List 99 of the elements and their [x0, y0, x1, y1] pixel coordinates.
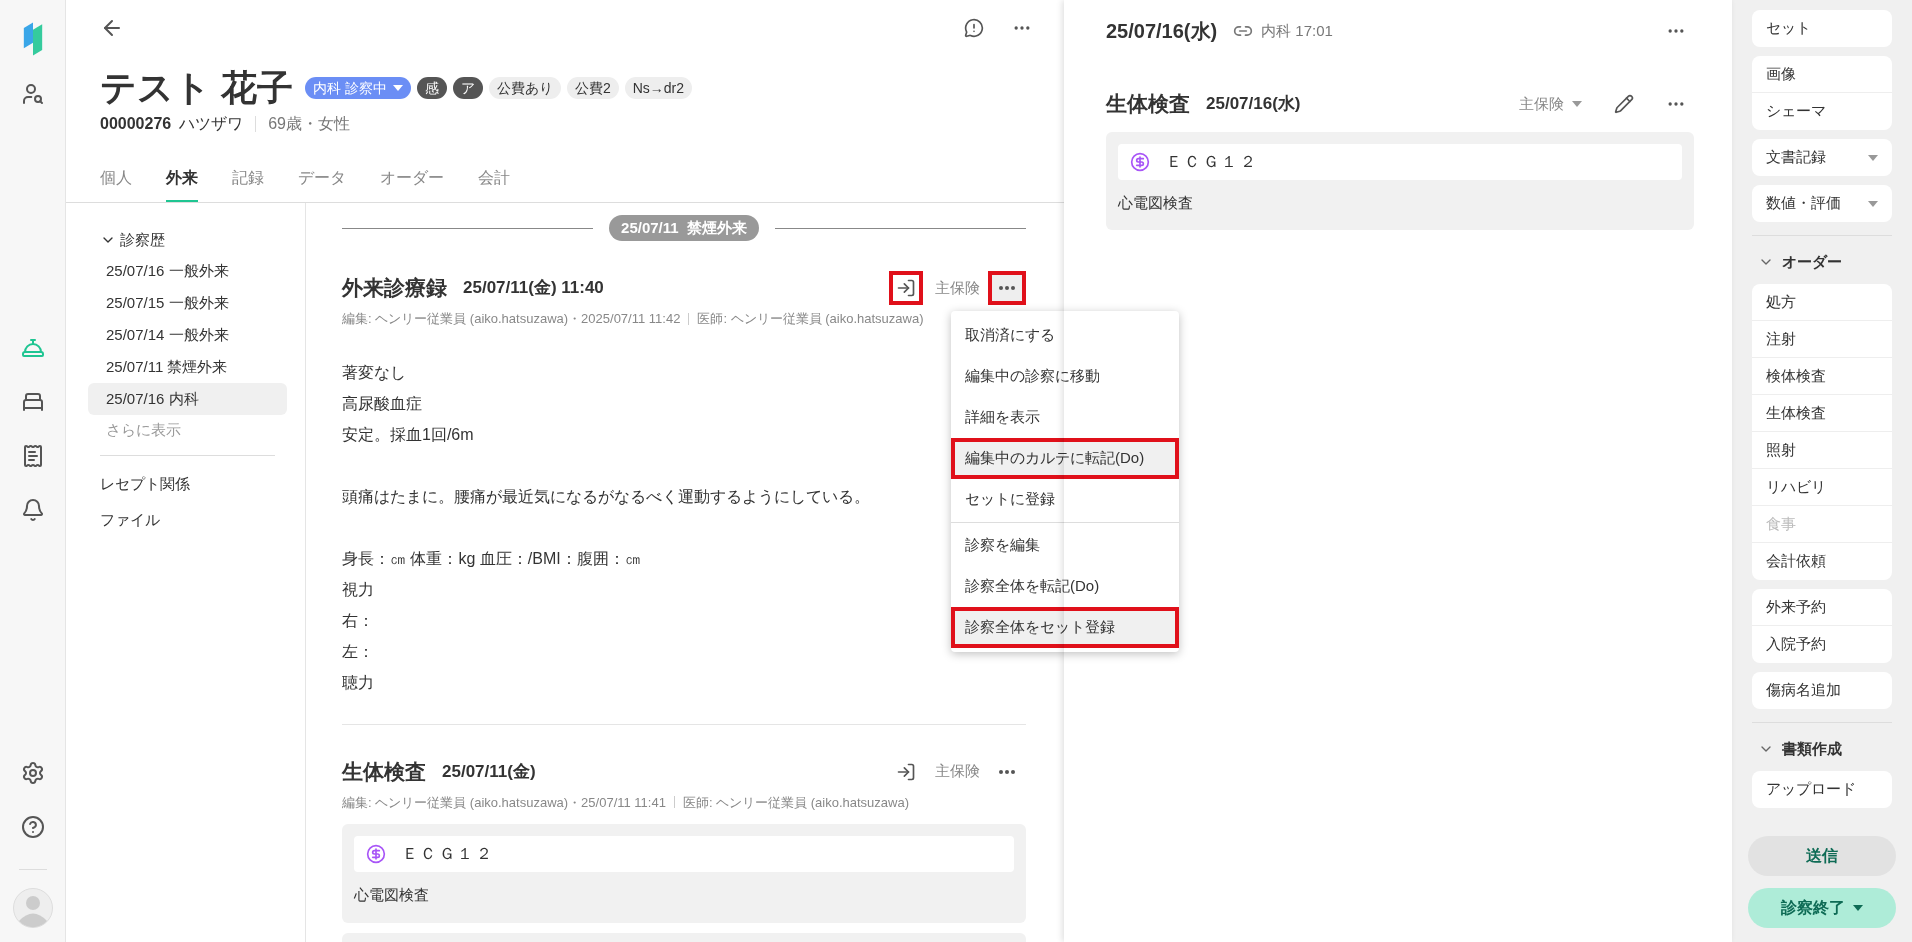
record-date: 25/07/11(金) — [442, 760, 536, 783]
finish-button[interactable]: 診察終了 — [1748, 888, 1896, 928]
edit-icon[interactable] — [1614, 93, 1634, 114]
patient-id: 00000276 — [100, 114, 172, 134]
caret-icon — [1868, 200, 1878, 207]
caret-icon — [1572, 100, 1582, 107]
more-button[interactable] — [988, 271, 1026, 305]
menu-item[interactable]: 詳細を表示 — [951, 397, 1179, 438]
billing-icon — [366, 844, 386, 864]
tool-item[interactable]: アップロード — [1752, 771, 1892, 808]
note-line: 聴力 — [342, 672, 374, 693]
history-item[interactable]: 25/07/16 一般外来 — [88, 255, 287, 287]
tab[interactable]: 外来 — [166, 166, 198, 202]
tag: 感 — [416, 77, 447, 99]
edit-info: 編集: ヘンリー従業員 (aiko.hatsuzawa)・2025/07/11 11:42 — [342, 310, 681, 328]
settings-icon[interactable] — [20, 761, 45, 785]
record-title: 生体検査 — [342, 758, 426, 785]
tag: Ns→dr2 — [624, 77, 693, 99]
tool-item[interactable]: 外来予約 — [1752, 589, 1892, 626]
tab[interactable]: オーダー — [380, 166, 444, 202]
insurance-label: 主保険 — [935, 277, 980, 298]
tool-item[interactable]: 検体検査 — [1752, 358, 1892, 395]
tag: ア — [452, 77, 483, 99]
notification-icon[interactable] — [20, 498, 45, 522]
patient-kana: ハツザワ — [179, 114, 244, 134]
tool-item[interactable]: シェーマ — [1752, 93, 1892, 130]
tab[interactable]: 個人 — [100, 166, 132, 202]
note-line: 視力 — [342, 579, 374, 600]
transfer-icon — [896, 278, 916, 298]
note-line: 著変なし — [342, 362, 406, 383]
tab[interactable]: データ — [298, 166, 346, 202]
tool-item[interactable]: 生体検査 — [1752, 395, 1892, 432]
menu-item[interactable]: 編集中の診察に移動 — [951, 356, 1179, 397]
menu-item[interactable]: 診察全体を転記(Do) — [951, 566, 1179, 607]
nav-link[interactable]: レセプト関係 — [88, 466, 287, 502]
caret-icon — [1853, 905, 1863, 911]
tool-item[interactable]: リハビリ — [1752, 469, 1892, 506]
menu-item[interactable]: 取消済にする — [951, 315, 1179, 356]
record-date: 25/07/16(水) — [1206, 93, 1301, 115]
section-toggle[interactable]: 書類作成 — [1752, 736, 1892, 762]
alert-icon[interactable] — [964, 18, 984, 38]
doctor-info: 医師: ヘンリー従業員 (aiko.hatsuzawa) — [697, 310, 924, 328]
tag: 公費あり — [488, 77, 561, 99]
tool-item[interactable]: 画像 — [1752, 56, 1892, 93]
more-icon — [999, 286, 1015, 290]
billing-icon — [1130, 151, 1150, 172]
tool-item[interactable]: 処方 — [1752, 284, 1892, 321]
more-icon — [999, 769, 1015, 774]
insurance-label: 主保険 — [935, 761, 980, 782]
transfer-button[interactable] — [889, 271, 923, 305]
insurance-dropdown[interactable]: 主保険 — [1519, 92, 1582, 115]
order-description: 心電図検査 — [1118, 192, 1194, 213]
note-line: 頭痛はたまに。腰痛が最近気になるがなるべく運動するようにしている。 — [342, 486, 870, 507]
tag: 公費2 — [566, 77, 619, 99]
nav-link[interactable]: ファイル — [88, 502, 287, 538]
tool-item[interactable]: 入院予約 — [1752, 626, 1892, 663]
tool-item[interactable]: 注射 — [1752, 321, 1892, 358]
order-description: 心電図検査 — [354, 885, 430, 905]
age-sex: 69歳・女性 — [268, 114, 350, 134]
tab[interactable]: 記録 — [232, 166, 264, 202]
record-title: 生体検査 — [1106, 91, 1190, 117]
note-line: 身長：㎝ 体重：kg 血圧：/BMI：腹囲：㎝ — [342, 548, 641, 569]
order-item[interactable]: ＥＣＧ１２ — [402, 842, 494, 866]
menu-item[interactable]: 診察全体をセット登録 — [951, 607, 1179, 648]
menu-item[interactable]: 編集中のカルテに転記(Do) — [951, 438, 1179, 479]
bed-icon[interactable] — [20, 390, 45, 414]
tool-item[interactable]: 会計依頼 — [1752, 543, 1892, 580]
menu-item[interactable]: 診察を編集 — [951, 525, 1179, 566]
history-toggle[interactable]: 診察歴 — [88, 225, 177, 255]
record-title: 外来診療録 — [342, 275, 447, 302]
tool-item[interactable]: 傷病名追加 — [1752, 672, 1892, 709]
tool-item[interactable]: 数値・評価 — [1752, 185, 1892, 222]
tool-item[interactable]: セット — [1752, 10, 1892, 47]
visit-info: 内科 17:01 — [1261, 20, 1333, 41]
record-date: 25/07/11(金) 11:40 — [463, 277, 604, 300]
doctor-info: 医師: ヘンリー従業員 (aiko.hatsuzawa) — [682, 793, 910, 812]
send-button[interactable]: 送信 — [1748, 836, 1896, 876]
note-line: 安定。採血1回/6m — [342, 424, 474, 445]
tool-item[interactable]: 文書記録 — [1752, 139, 1892, 176]
edit-info: 編集: ヘンリー従業員 (aiko.hatsuzawa)・25/07/11 11:41 — [342, 793, 666, 812]
history-item[interactable]: 25/07/11 禁煙外来 — [88, 351, 287, 383]
history-item[interactable]: 25/07/14 一般外来 — [88, 319, 287, 351]
patient-name: テスト 花子 — [100, 66, 293, 110]
note-line: 右： — [342, 610, 374, 631]
order-item[interactable]: ＥＣＧ１２ — [1166, 149, 1258, 174]
tool-item[interactable]: 照射 — [1752, 432, 1892, 469]
note-line: 高尿酸血症 — [342, 393, 422, 414]
help-icon[interactable] — [20, 815, 45, 839]
history-item[interactable]: 25/07/15 一般外来 — [88, 287, 287, 319]
caret-icon — [1868, 154, 1878, 161]
patient-search-icon[interactable] — [20, 82, 45, 106]
tab[interactable]: 会計 — [478, 166, 510, 202]
history-item[interactable]: 25/07/16 内科 — [88, 383, 287, 415]
transfer-icon — [896, 761, 916, 782]
section-toggle[interactable]: オーダー — [1752, 249, 1892, 275]
menu-item[interactable]: セットに登録 — [951, 479, 1179, 520]
note-line: 左： — [342, 641, 374, 662]
caret-icon — [392, 85, 403, 91]
current-date: 25/07/16(水) — [1106, 19, 1218, 44]
